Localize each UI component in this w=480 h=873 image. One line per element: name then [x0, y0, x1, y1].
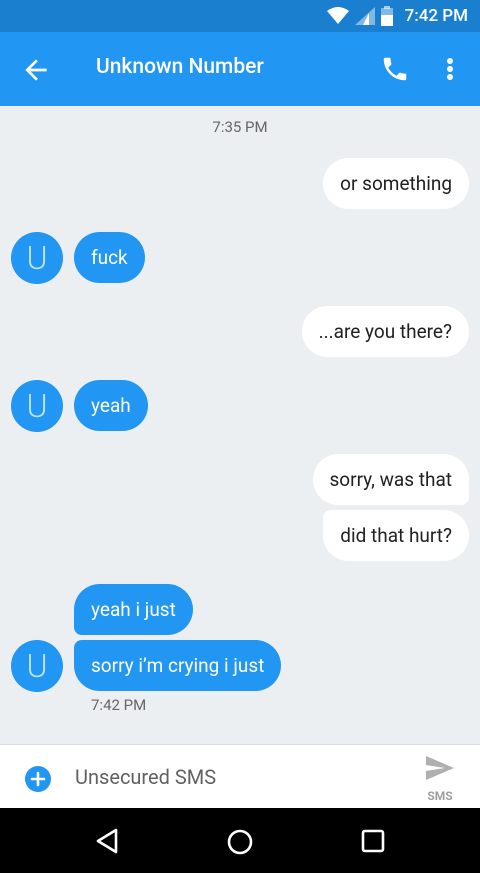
message-list[interactable]: 7:35 PM or something U fuck ...are you t…	[0, 106, 480, 744]
phone-call-icon[interactable]	[380, 54, 410, 84]
plus-icon	[30, 771, 46, 787]
send-icon	[426, 756, 454, 780]
incoming-message[interactable]: fuck	[74, 232, 145, 283]
status-bar: 7:42 PM	[0, 0, 480, 32]
compose-bar: Unsecured SMS SMS	[0, 744, 480, 808]
signal-icon	[354, 7, 375, 25]
incoming-message[interactable]: yeah i just	[74, 584, 193, 635]
message-timestamp: 7:42 PM	[91, 696, 147, 714]
more-options-icon[interactable]	[440, 54, 460, 84]
incoming-message[interactable]: sorry i’m crying i just	[74, 640, 282, 691]
home-nav-icon[interactable]	[226, 828, 254, 856]
outgoing-message[interactable]: did that hurt?	[323, 510, 469, 561]
app-bar: Unknown Number	[0, 32, 480, 106]
message-input[interactable]: Unsecured SMS	[75, 765, 216, 789]
conversation-title: Unknown Number	[96, 55, 264, 79]
contact-avatar[interactable]: U	[11, 380, 63, 432]
outgoing-message[interactable]: or something	[323, 158, 469, 209]
wifi-icon	[326, 7, 349, 24]
battery-icon	[380, 6, 393, 26]
message-timestamp: 7:35 PM	[212, 118, 268, 136]
contact-avatar[interactable]: U	[11, 640, 63, 692]
status-icons: 7:42 PM	[326, 0, 468, 32]
send-sms-label: SMS	[427, 789, 453, 803]
outgoing-message[interactable]: ...are you there?	[301, 306, 469, 357]
contact-avatar[interactable]: U	[11, 232, 63, 284]
outgoing-message[interactable]: sorry, was that	[312, 454, 469, 505]
recent-apps-nav-icon[interactable]	[361, 829, 385, 853]
incoming-message[interactable]: yeah	[74, 380, 148, 431]
navigation-bar	[0, 808, 480, 873]
status-time: 7:42 PM	[404, 6, 468, 26]
send-button[interactable]: SMS	[420, 753, 460, 803]
back-arrow-icon[interactable]	[20, 54, 52, 86]
add-attachment-button[interactable]	[25, 766, 51, 792]
back-nav-icon[interactable]	[94, 828, 120, 854]
